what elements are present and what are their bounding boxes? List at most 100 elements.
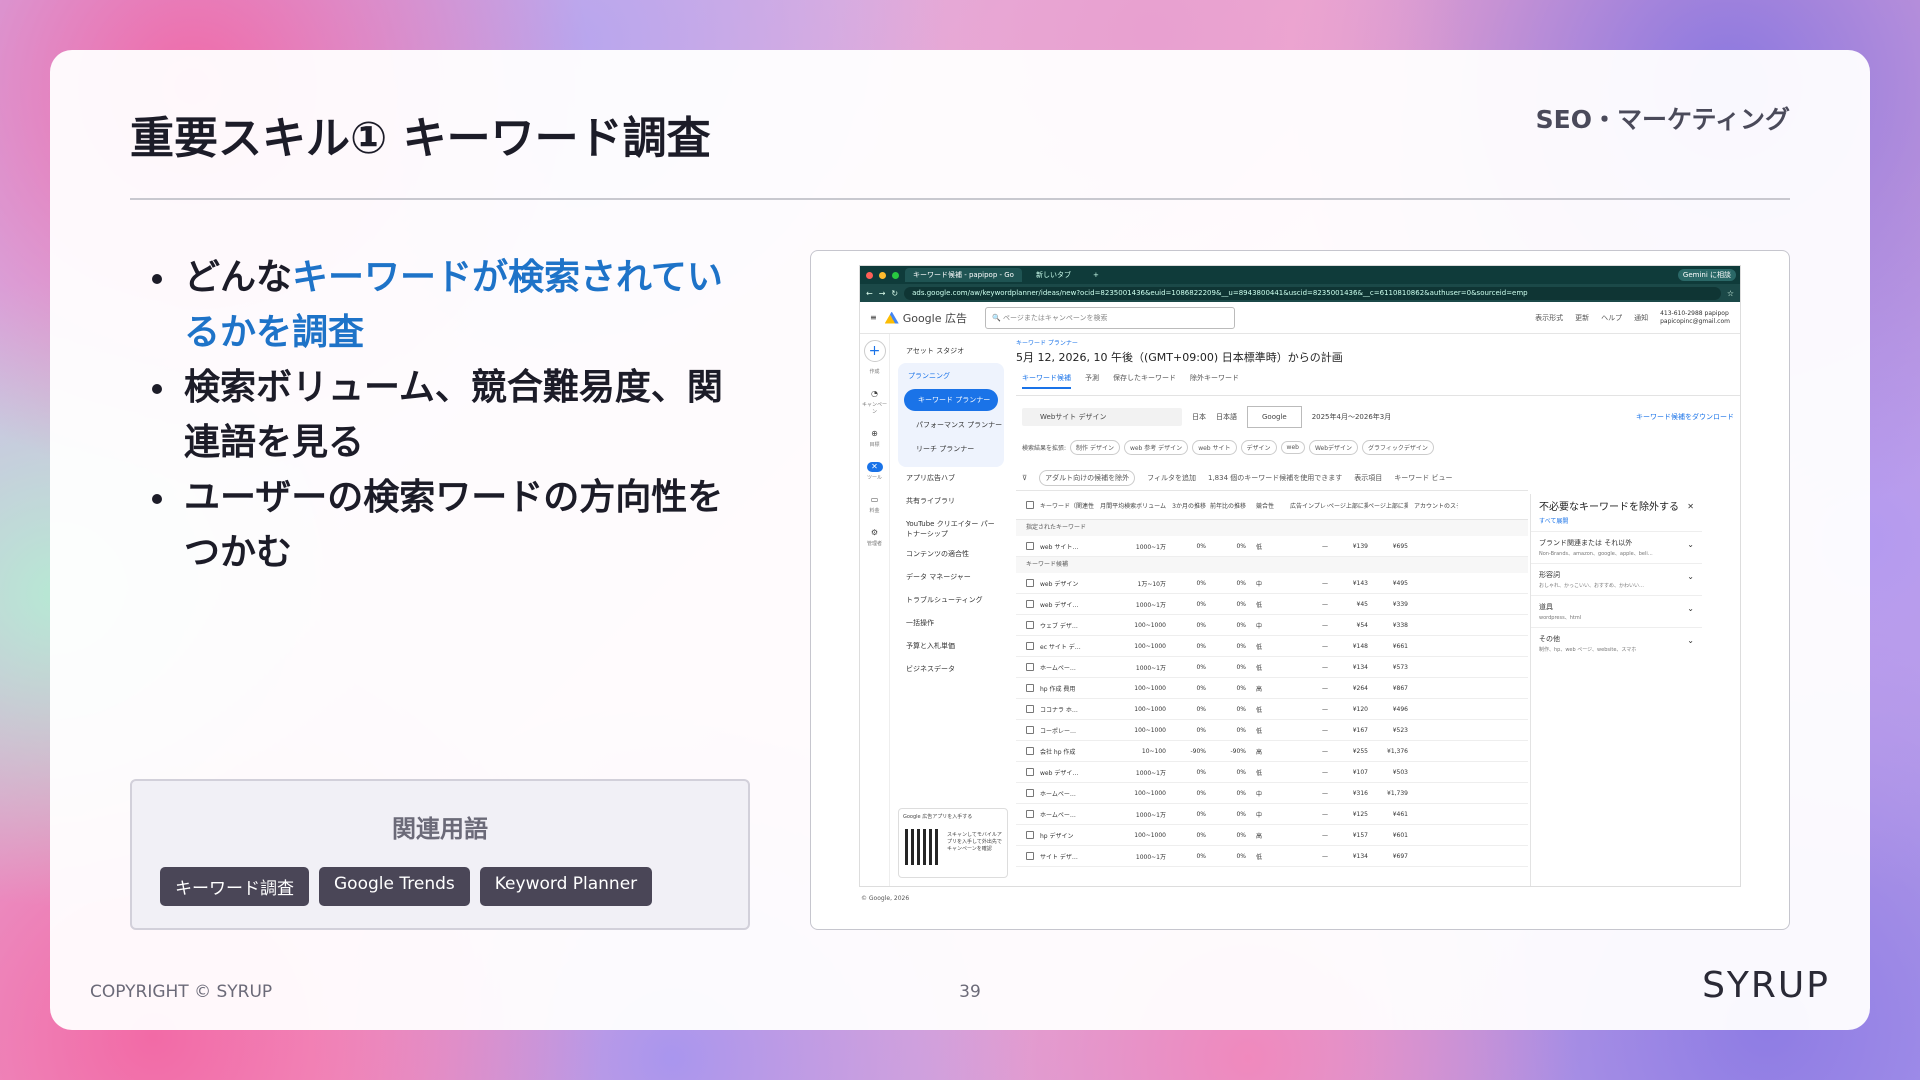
nav-reach-planner[interactable]: リーチ プランナー [898,437,1004,461]
back-icon[interactable]: ← [866,289,873,298]
location-filter[interactable]: 日本 [1192,412,1206,422]
columns-button[interactable]: 表示項目 [1354,473,1382,483]
nav-performance-planner[interactable]: パフォーマンス プランナー [898,413,1004,437]
nav-assets[interactable]: アセット スタジオ [894,340,1008,363]
nav-item[interactable]: 共有ライブラリ [894,490,1008,513]
expand-chip[interactable]: Webデザイン [1308,440,1359,455]
table-row[interactable]: ホームペー… 100~1000 0% 0% 中 — ¥316 ¥1,739 [1016,783,1528,804]
breadcrumb[interactable]: キーワード プランナー [1016,334,1740,347]
expand-chip[interactable]: グラフィックデザイン [1362,440,1434,455]
menu-icon[interactable]: ≡ [870,313,877,322]
network-filter[interactable]: Google [1247,406,1302,428]
table-row[interactable]: web デザイ… 1000~1万 0% 0% 低 — ¥45 ¥339 [1016,594,1528,615]
table-row[interactable]: hp 作成 費用 100~1000 0% 0% 高 — ¥264 ¥867 [1016,678,1528,699]
nav-item[interactable]: YouTube クリエイター パートナーシップ [894,513,1008,543]
tab-negative[interactable]: 除外キーワード [1190,373,1239,389]
nav-item[interactable]: 予算と入札単価 [894,635,1008,658]
campaign-icon[interactable]: ◔ [867,389,883,399]
nav-item[interactable]: コンテンツの適合性 [894,543,1008,566]
refine-group[interactable]: 形容詞 おしゃれ、かっこいい、おすすめ、かわいい… ⌄ [1531,563,1702,595]
table-row[interactable]: コーポレー… 100~1000 0% 0% 低 — ¥167 ¥523 [1016,720,1528,741]
expand-chip[interactable]: 制作 デザイン [1070,440,1120,455]
refine-group[interactable]: その他 制作、hp、web ページ、website、スマホ ⌄ [1531,627,1702,659]
row-checkbox[interactable] [1026,789,1034,797]
tools-icon[interactable]: ✕ [866,462,883,472]
nav-item[interactable]: アプリ広告ハブ [894,467,1008,490]
tab-keyword-ideas[interactable]: キーワード候補 [1022,373,1071,389]
appearance-icon[interactable]: 表示形式 [1535,313,1563,323]
row-checkbox[interactable] [1026,621,1034,629]
row-checkbox[interactable] [1026,705,1034,713]
view-select[interactable]: キーワード ビュー [1394,473,1452,483]
table-row[interactable]: web サイト… 1000~1万 0% 0% 低 — ¥139 ¥695 [1016,536,1528,557]
table-row[interactable]: ウェブ デザ… 100~1000 0% 0% 中 — ¥54 ¥338 [1016,615,1528,636]
row-checkbox[interactable] [1026,542,1034,550]
row-checkbox[interactable] [1026,831,1034,839]
reload-icon[interactable]: ↻ [891,289,898,298]
expand-chip[interactable]: web 参考 デザイン [1123,440,1189,455]
google-ads-logo[interactable]: Google 広告 [884,310,967,326]
minimize-dot-icon[interactable] [879,271,886,279]
new-tab-plus-icon[interactable]: + [1085,268,1107,282]
table-row[interactable]: サイト デザ… 1000~1万 0% 0% 低 — ¥134 ¥697 [1016,846,1528,867]
table-row[interactable]: 会社 hp 作成 10~100 -90% -90% 高 — ¥255 ¥1,376 [1016,741,1528,762]
filter-icon[interactable]: ⊽ [1022,474,1027,482]
table-row[interactable]: ec サイト デ… 100~1000 0% 0% 低 — ¥148 ¥661 [1016,636,1528,657]
close-dot-icon[interactable] [866,271,873,279]
close-icon[interactable]: ✕ [1687,502,1694,511]
table-row[interactable]: ココナラ ホ… 100~1000 0% 0% 低 — ¥120 ¥496 [1016,699,1528,720]
gemini-button[interactable]: Gemini に相談 [1677,269,1736,281]
row-checkbox[interactable] [1026,747,1034,755]
tab-forecast[interactable]: 予測 [1085,373,1099,389]
billing-icon[interactable]: ▭ [867,495,883,505]
nav-item[interactable]: ビジネスデータ [894,658,1008,681]
row-checkbox[interactable] [1026,852,1034,860]
refine-group[interactable]: 道具 wordpress、html ⌄ [1531,595,1702,627]
chevron-down-icon[interactable]: ⌄ [1687,572,1694,581]
goal-icon[interactable]: ⊕ [867,429,883,439]
expand-chip[interactable]: デザイン [1240,440,1277,455]
admin-gear-icon[interactable]: ⚙ [867,528,883,538]
row-checkbox[interactable] [1026,684,1034,692]
table-row[interactable]: web デザイ… 1000~1万 0% 0% 低 — ¥107 ¥503 [1016,762,1528,783]
browser-tab-new[interactable]: 新しいタブ [1028,268,1079,282]
table-row[interactable]: hp デザイン 100~1000 0% 0% 高 — ¥157 ¥601 [1016,825,1528,846]
table-row[interactable]: ホームペー… 1000~1万 0% 0% 低 — ¥134 ¥573 [1016,657,1528,678]
refine-group[interactable]: ブランド関連または それ以外 Non-Brands、amazon、google、a… [1531,531,1702,563]
nav-keyword-planner[interactable]: キーワード プランナー [904,389,998,411]
date-range-filter[interactable]: 2025年4月～2026年3月 [1312,412,1392,422]
browser-tab-keyword[interactable]: キーワード候補 - papipop - Go [905,268,1022,282]
star-icon[interactable]: ☆ [1727,289,1734,298]
account-info[interactable]: 413-610-2988 papipop papicopinc@gmail.com [1660,310,1730,326]
row-checkbox[interactable] [1026,600,1034,608]
chevron-down-icon[interactable]: ⌄ [1687,540,1694,549]
nav-planning[interactable]: プランニング [898,365,1004,387]
address-bar[interactable]: ads.google.com/aw/keywordplanner/ideas/n… [904,286,1721,300]
refresh-icon[interactable]: 更新 [1575,313,1589,323]
notification-icon[interactable]: 通知 [1634,313,1648,323]
row-checkbox[interactable] [1026,726,1034,734]
help-icon[interactable]: ヘルプ [1601,313,1622,323]
expand-chip[interactable]: web サイト [1192,440,1237,455]
nav-item[interactable]: トラブルシューティング [894,589,1008,612]
adult-filter-chip[interactable]: アダルト向けの候補を除外 [1039,470,1136,486]
chevron-down-icon[interactable]: ⌄ [1687,636,1694,645]
nav-item[interactable]: 一括操作 [894,612,1008,635]
row-checkbox[interactable] [1026,768,1034,776]
chevron-down-icon[interactable]: ⌄ [1687,604,1694,613]
row-checkbox[interactable] [1026,663,1034,671]
row-checkbox[interactable] [1026,810,1034,818]
select-all-checkbox[interactable] [1026,501,1034,509]
nav-item[interactable]: データ マネージャー [894,566,1008,589]
add-filter-button[interactable]: フィルタを追加 [1147,473,1196,483]
download-button[interactable]: キーワード候補をダウンロード [1636,412,1734,422]
row-checkbox[interactable] [1026,579,1034,587]
expand-all-link[interactable]: すべて展開 [1531,514,1702,531]
forward-icon[interactable]: → [879,289,886,298]
row-checkbox[interactable] [1026,642,1034,650]
create-plus-icon[interactable]: + [863,340,886,362]
language-filter[interactable]: 日本語 [1216,412,1237,422]
table-row[interactable]: ホームペー… 1000~1万 0% 0% 中 — ¥125 ¥461 [1016,804,1528,825]
keyword-query-input[interactable]: Webサイト デザイン [1022,408,1182,426]
ads-search-input[interactable]: 🔍 ページまたはキャンペーンを検索 [985,306,1235,329]
